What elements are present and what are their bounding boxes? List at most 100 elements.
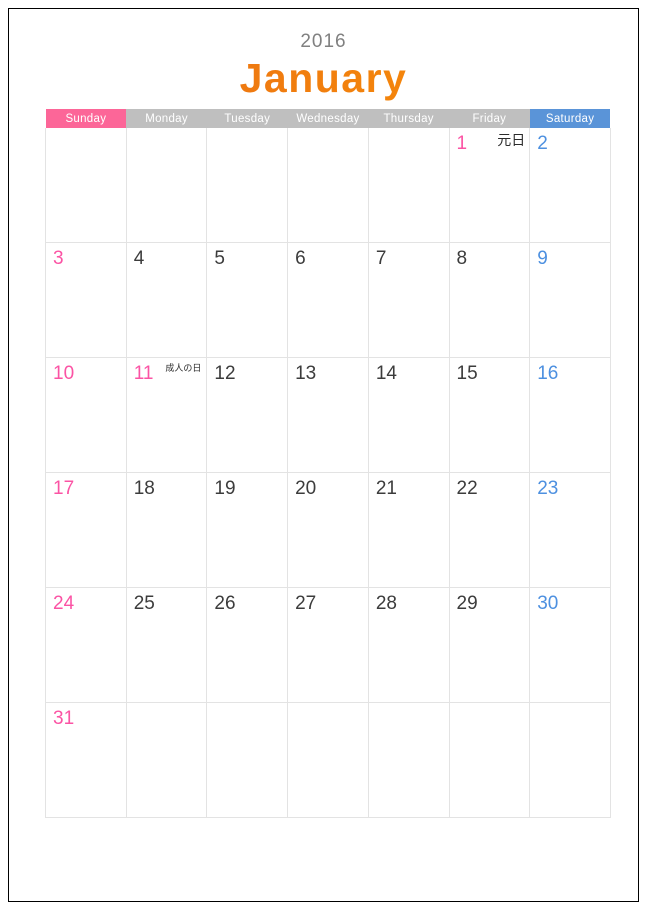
day-cell-empty xyxy=(529,702,611,818)
day-cell-inner: 15 xyxy=(450,358,530,472)
day-number: 26 xyxy=(214,593,236,614)
day-cell[interactable]: 成人の日 11 xyxy=(125,357,208,473)
calendar-body: 元日 1 2 3 4 5 6 7 8 9 10 成人の日 11 12 13 14 15 16 17 18 19 20 21 2… xyxy=(45,128,611,818)
weekday-header-friday: Friday xyxy=(449,109,530,128)
day-cell-inner: 22 xyxy=(450,473,530,587)
day-cell[interactable]: 8 xyxy=(448,242,531,358)
calendar-week-row: 31 xyxy=(45,702,611,818)
day-cell-inner: 7 xyxy=(369,243,449,357)
day-cell-inner xyxy=(450,703,530,817)
day-number: 2 xyxy=(537,133,548,154)
year-label: 2016 xyxy=(300,31,347,52)
day-number: 28 xyxy=(375,593,397,614)
day-number: 24 xyxy=(53,593,75,614)
weekday-header-wednesday: Wednesday xyxy=(287,109,369,128)
day-number: 16 xyxy=(537,363,559,384)
day-cell-empty xyxy=(448,702,531,818)
day-number: 8 xyxy=(456,248,468,269)
day-number: 25 xyxy=(133,593,155,614)
weekday-header-saturday: Saturday xyxy=(529,109,611,128)
day-cell[interactable]: 5 xyxy=(206,242,289,358)
day-cell-inner: 23 xyxy=(530,473,610,587)
day-cell-empty xyxy=(367,702,450,818)
day-cell[interactable]: 22 xyxy=(448,472,531,588)
day-cell-inner xyxy=(288,128,368,242)
day-cell[interactable]: 18 xyxy=(125,472,208,588)
day-number: 13 xyxy=(295,363,317,384)
day-cell[interactable]: 26 xyxy=(206,587,289,703)
day-cell-empty xyxy=(287,702,369,818)
day-number: 4 xyxy=(133,248,145,269)
day-cell[interactable]: 29 xyxy=(448,587,531,703)
day-cell-inner: 17 xyxy=(46,473,126,587)
day-cell[interactable]: 21 xyxy=(367,472,450,588)
day-cell[interactable]: 12 xyxy=(206,357,289,473)
day-number: 27 xyxy=(295,593,317,614)
day-cell-inner: 25 xyxy=(127,588,207,702)
day-cell-inner: 8 xyxy=(450,243,530,357)
day-cell-inner: 16 xyxy=(530,358,610,472)
day-cell[interactable]: 元日 1 xyxy=(448,128,531,243)
day-cell-inner: 18 xyxy=(127,473,207,587)
day-number: 21 xyxy=(375,478,397,499)
weekday-header-tuesday: Tuesday xyxy=(206,109,288,128)
day-cell[interactable]: 19 xyxy=(206,472,289,588)
day-number: 30 xyxy=(537,593,559,614)
day-cell-inner: 26 xyxy=(207,588,287,702)
day-cell[interactable]: 10 xyxy=(45,357,127,473)
day-number: 1 xyxy=(456,133,468,154)
day-cell[interactable]: 20 xyxy=(287,472,369,588)
day-cell-inner: 12 xyxy=(207,358,287,472)
day-cell-empty xyxy=(367,128,450,243)
day-cell-inner xyxy=(288,703,368,817)
day-cell-inner: 24 xyxy=(46,588,126,702)
day-number: 3 xyxy=(53,248,64,269)
day-cell[interactable]: 23 xyxy=(529,472,611,588)
day-number: 18 xyxy=(133,478,155,499)
day-cell[interactable]: 16 xyxy=(529,357,611,473)
day-cell-empty xyxy=(45,128,127,243)
holiday-label: 成人の日 xyxy=(165,364,202,374)
day-number: 17 xyxy=(53,478,75,499)
day-cell-inner xyxy=(369,128,449,242)
day-number: 7 xyxy=(375,248,387,269)
day-cell-inner: 21 xyxy=(369,473,449,587)
calendar-week-row: 3 4 5 6 7 8 9 xyxy=(45,242,611,358)
day-cell[interactable]: 27 xyxy=(287,587,369,703)
day-number: 31 xyxy=(53,708,75,729)
day-cell-inner: 31 xyxy=(46,703,126,817)
day-number: 9 xyxy=(537,248,548,269)
day-cell-inner: 4 xyxy=(127,243,207,357)
weekday-header-row: Sunday Monday Tuesday Wednesday Thursday Frid… xyxy=(45,109,611,128)
calendar-week-row: 24 25 26 27 28 29 30 xyxy=(45,587,611,703)
day-cell[interactable]: 6 xyxy=(287,242,369,358)
day-number: 5 xyxy=(214,248,225,269)
day-cell[interactable]: 4 xyxy=(125,242,208,358)
day-cell[interactable]: 25 xyxy=(125,587,208,703)
day-cell-inner xyxy=(127,703,207,817)
day-number: 6 xyxy=(295,248,306,269)
day-cell[interactable]: 9 xyxy=(529,242,611,358)
weekday-header-sunday: Sunday xyxy=(45,109,127,128)
day-cell[interactable]: 7 xyxy=(367,242,450,358)
day-cell-inner: 27 xyxy=(288,588,368,702)
day-cell[interactable]: 15 xyxy=(448,357,531,473)
calendar-week-row: 17 18 19 20 21 22 23 xyxy=(45,472,611,588)
day-cell[interactable]: 28 xyxy=(367,587,450,703)
day-cell[interactable]: 30 xyxy=(529,587,611,703)
day-cell[interactable]: 17 xyxy=(45,472,127,588)
day-cell[interactable]: 13 xyxy=(287,357,369,473)
day-cell[interactable]: 2 xyxy=(529,128,611,243)
day-number: 15 xyxy=(456,363,478,384)
day-cell[interactable]: 14 xyxy=(367,357,450,473)
weekday-header-monday: Monday xyxy=(126,109,207,128)
day-cell-inner xyxy=(369,703,449,817)
calendar-page: 2016 January Sunday Monday Tuesday Wednesda… xyxy=(8,8,639,902)
day-cell-inner: 9 xyxy=(530,243,610,357)
day-cell[interactable]: 3 xyxy=(45,242,127,358)
day-number: 12 xyxy=(214,363,236,384)
day-cell-inner: 2 xyxy=(530,128,610,242)
day-cell-empty xyxy=(125,702,208,818)
day-cell[interactable]: 31 xyxy=(45,702,127,818)
day-cell[interactable]: 24 xyxy=(45,587,127,703)
